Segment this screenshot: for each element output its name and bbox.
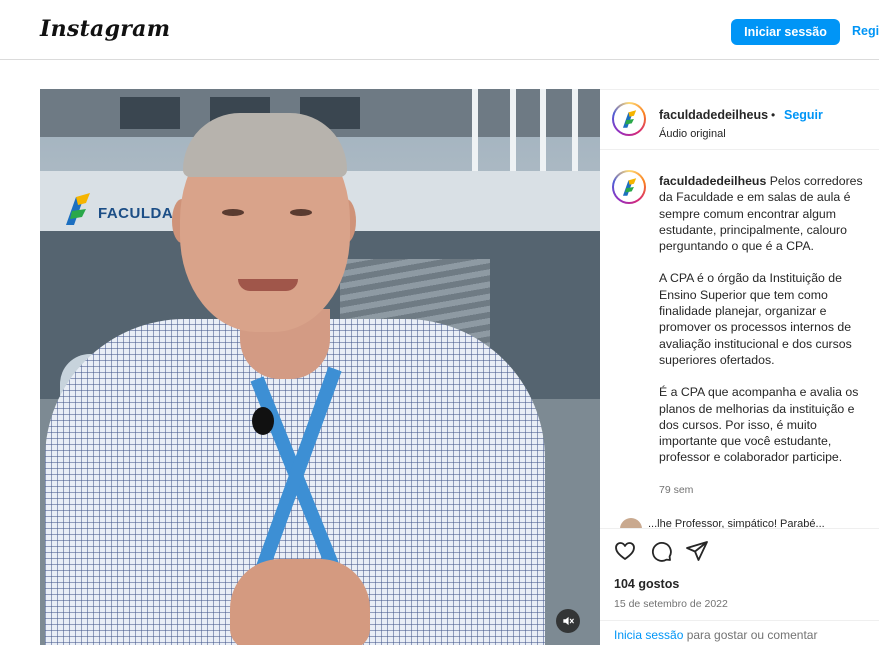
post-date[interactable]: 15 de setembro de 2022 [614,598,728,610]
post-age: 79 sem [659,484,694,496]
person-eye [290,209,312,216]
lapel-microphone [252,407,274,435]
person-mouth [238,279,298,291]
login-button[interactable]: Iniciar sessão [731,19,840,45]
faculty-logo-icon [622,178,637,196]
person-hair [183,113,347,177]
separator-dot: • [771,108,776,122]
comment-button[interactable] [648,539,674,565]
post-caption: faculdadedeilheus Pelos corredores da Fa… [659,173,873,482]
post-container: FACULDA faculdadedeilheus • Seguir Áudio… [40,89,879,645]
share-button[interactable] [684,539,710,565]
like-count[interactable]: 104 gostos [614,577,679,591]
login-prompt-text: para gostar ou comentar [683,628,818,642]
video-window [120,97,180,129]
video-pillar [472,89,478,179]
comment-text: ...lhe Professor, simpático! Parabé... [648,518,825,528]
post-author-row: faculdadedeilheus • Seguir Áudio origina… [600,90,879,150]
caption-avatar[interactable] [612,170,646,204]
comment-preview: ...lhe Professor, simpático! Parabé... [600,514,879,528]
audio-label[interactable]: Áudio original [659,128,726,140]
heart-icon [615,542,635,560]
post-video[interactable]: FACULDA [40,89,600,645]
caption-username[interactable]: faculdadedeilheus [659,174,766,188]
comment-icon [652,542,672,562]
video-sign-text: FACULDA [98,205,174,222]
mute-button[interactable] [556,609,580,633]
register-link[interactable]: Regi [852,24,879,38]
video-pillar [510,89,516,179]
faculty-logo-icon [622,110,637,128]
follow-button[interactable]: Seguir [784,108,823,122]
faculty-logo-mark [66,193,90,225]
author-username[interactable]: faculdadedeilheus [659,108,768,122]
person-eye [222,209,244,216]
paper-plane-icon [686,541,708,561]
post-side-panel: faculdadedeilheus • Seguir Áudio origina… [600,89,879,645]
person-hands [230,559,370,645]
speaker-muted-icon [563,616,574,626]
avatar-image [614,172,644,202]
commenter-avatar[interactable] [620,518,642,528]
instagram-logo[interactable]: Instagram [40,16,170,42]
video-pillar [572,89,578,179]
post-actions: 104 gostos 15 de setembro de 2022 Inicia… [600,528,879,646]
avatar-image [614,104,644,134]
caption-paragraph: É a CPA que acompanha e avalia os planos… [659,385,859,465]
caption-paragraph: A CPA é o órgão da Instituição de Ensino… [659,271,852,367]
login-prompt: Inicia sessão para gostar ou comentar [600,620,879,647]
login-link[interactable]: Inicia sessão [614,628,683,642]
like-button[interactable] [612,539,638,565]
author-avatar[interactable] [612,102,646,136]
caption-paragraph: faculdadedeilheus Pelos corredores da Fa… [659,173,873,254]
top-navigation-bar: Instagram Iniciar sessão Regi [0,0,879,60]
video-pillar [540,89,546,179]
